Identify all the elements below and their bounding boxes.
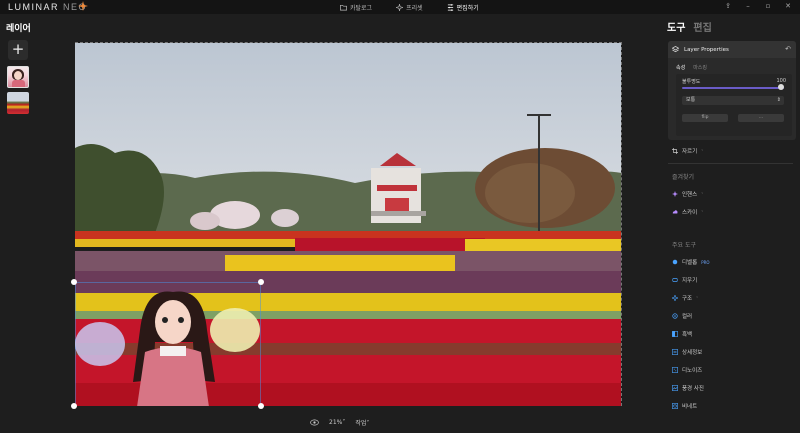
layer-properties-card: Layer Properties ↶ 속성 마스킹 불투명도 100 보통 ⇕ … bbox=[668, 41, 796, 140]
sky-icon bbox=[672, 210, 678, 214]
eye-icon[interactable] bbox=[310, 419, 319, 426]
sliders-icon bbox=[447, 3, 453, 11]
tool-color[interactable]: 컬러 bbox=[672, 312, 692, 320]
tool-landscape[interactable]: 풍경 사진 bbox=[672, 384, 704, 392]
tool-erase[interactable]: 지우기 bbox=[672, 276, 697, 284]
image-canvas[interactable] bbox=[75, 42, 622, 406]
layer-thumbnail-girl[interactable] bbox=[7, 66, 29, 88]
right-panel-tabs: 도구 편집 bbox=[667, 19, 712, 34]
denoise-icon bbox=[672, 367, 678, 373]
tab-catalog[interactable]: 카탈로그 bbox=[336, 0, 376, 14]
divider bbox=[668, 163, 793, 164]
folder-icon bbox=[340, 4, 347, 10]
add-layer-button[interactable]: + bbox=[8, 40, 28, 60]
layer-properties-body: 불투명도 100 보통 ⇕ flip ... bbox=[676, 74, 792, 136]
share-icon[interactable]: ⇪ bbox=[724, 2, 732, 11]
blend-mode-select[interactable]: 보통 ⇕ bbox=[682, 96, 784, 105]
transform-handle-tr[interactable] bbox=[258, 279, 264, 285]
tool-crop[interactable]: 자르기 ˅ bbox=[672, 147, 703, 155]
app-logo: LUMINAR NEO bbox=[8, 2, 88, 12]
actions-dropdown[interactable]: 작업˅ bbox=[355, 418, 369, 427]
tool-sky[interactable]: 스카이 ˅ bbox=[672, 208, 703, 216]
maximize-icon[interactable]: ▫ bbox=[764, 2, 772, 11]
opacity-slider-track[interactable] bbox=[682, 87, 784, 89]
details-icon bbox=[672, 349, 678, 355]
structure-icon bbox=[672, 295, 678, 301]
favorites-title: 즐겨찾기 bbox=[672, 174, 695, 181]
enhance-icon bbox=[672, 191, 678, 197]
layer-properties-subtabs: 속성 마스킹 bbox=[676, 64, 707, 71]
bw-icon bbox=[672, 331, 678, 337]
tab-tools[interactable]: 도구 bbox=[667, 19, 685, 34]
opacity-label: 불투명도 bbox=[682, 79, 701, 85]
tab-presets[interactable]: 프리셋 bbox=[392, 0, 427, 14]
subtab-masking[interactable]: 마스킹 bbox=[693, 64, 707, 71]
color-icon bbox=[672, 313, 678, 319]
spark-icon bbox=[78, 1, 88, 11]
landscape-icon bbox=[672, 385, 678, 391]
tab-edit-panel[interactable]: 편집 bbox=[693, 19, 711, 34]
zoom-dropdown[interactable]: 21%˅ bbox=[329, 419, 345, 426]
layers-icon bbox=[672, 46, 679, 53]
tool-denoise[interactable]: 디노이즈 bbox=[672, 366, 702, 374]
tab-edit[interactable]: 편집하기 bbox=[443, 0, 483, 14]
develop-icon bbox=[672, 259, 678, 265]
tool-vignette[interactable]: 비네트 bbox=[672, 402, 697, 410]
bottom-bar: 21%˅ 작업˅ bbox=[310, 418, 369, 427]
layer-properties-header[interactable]: Layer Properties bbox=[668, 41, 796, 58]
layers-title: 레이어 bbox=[6, 24, 31, 34]
sparkle-icon bbox=[396, 3, 404, 11]
tool-structure[interactable]: 구조 ˅ bbox=[672, 294, 698, 302]
transform-handle-tl[interactable] bbox=[71, 279, 77, 285]
layer-thumbnail-tulips[interactable] bbox=[7, 92, 29, 114]
tool-develop[interactable]: 디벨롭 PRO bbox=[672, 258, 710, 266]
eraser-icon bbox=[672, 278, 678, 282]
updown-icon: ⇕ bbox=[776, 97, 781, 103]
reset-icon[interactable]: ↶ bbox=[785, 45, 791, 53]
more-options-button[interactable]: ... bbox=[738, 114, 784, 122]
tool-details[interactable]: 상세정보 bbox=[672, 348, 702, 356]
flip-button[interactable]: flip bbox=[682, 114, 728, 122]
main-tabs: 카탈로그 프리셋 편집하기 bbox=[336, 0, 483, 14]
opacity-slider-handle[interactable] bbox=[778, 84, 784, 90]
title-bar: LUMINAR NEO 카탈로그 프리셋 편집하기 ⇪ – ▫ ✕ bbox=[0, 0, 800, 14]
close-icon[interactable]: ✕ bbox=[784, 2, 792, 11]
pro-badge: PRO bbox=[701, 259, 710, 265]
minimize-icon[interactable]: – bbox=[744, 2, 752, 11]
transform-handle-br[interactable] bbox=[258, 403, 264, 409]
vignette-icon bbox=[672, 403, 678, 409]
tool-enhance[interactable]: 인핸스 ˅ bbox=[672, 190, 703, 198]
girl-cutout-layer[interactable] bbox=[75, 282, 261, 406]
crop-icon bbox=[672, 148, 678, 154]
tool-black-white[interactable]: 흑백 bbox=[672, 330, 692, 338]
main-tools-title: 주요 도구 bbox=[672, 242, 696, 249]
transform-handle-bl[interactable] bbox=[71, 403, 77, 409]
window-controls: ⇪ – ▫ ✕ bbox=[724, 2, 792, 11]
subtab-properties[interactable]: 속성 bbox=[676, 64, 685, 71]
